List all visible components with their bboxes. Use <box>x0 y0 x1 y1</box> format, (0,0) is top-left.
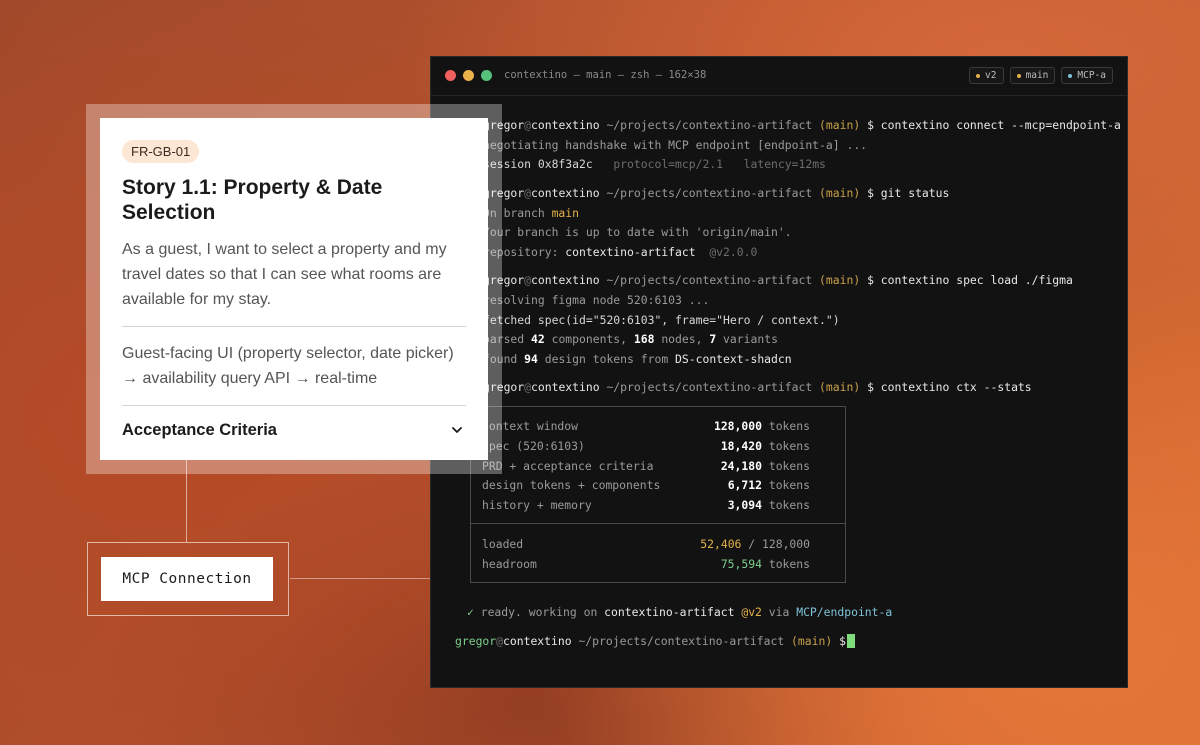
dot-icon <box>1068 73 1073 78</box>
story-architecture: Guest-facing UI (property selector, date… <box>122 341 466 406</box>
mcp-connection-label[interactable]: MCP Connection <box>101 557 273 601</box>
acceptance-criteria-toggle[interactable]: Acceptance Criteria <box>122 421 466 440</box>
ready-line: ✓ ready. working on contextino-artifact … <box>467 605 893 619</box>
dot-icon <box>1016 73 1021 78</box>
dot-icon <box>976 73 981 78</box>
prompt-line[interactable]: gregor@contextino ~/projects/contextino-… <box>455 634 855 648</box>
connector-line <box>290 578 430 579</box>
prompt-line: gregor@contextino ~/projects/contextino-… <box>483 118 1121 132</box>
badge-version: v2 <box>969 67 1004 84</box>
close-window-button[interactable] <box>445 70 456 81</box>
story-card[interactable]: FR-GB-01 Story 1.1: Property & Date Sele… <box>100 118 488 460</box>
prompt-line: gregor@contextino ~/projects/contextino-… <box>483 186 950 200</box>
terminal-titlebar: contextino — main — zsh — 162×38 v2 main… <box>431 57 1127 96</box>
terminal-title: contextino — main — zsh — 162×38 <box>504 69 707 81</box>
cursor-block <box>846 634 855 648</box>
acceptance-criteria-label: Acceptance Criteria <box>122 421 277 439</box>
connector-line <box>186 460 187 542</box>
output-line: negotiating handshake with MCP endpoint … <box>483 138 868 152</box>
prompt-line: gregor@contextino ~/projects/contextino-… <box>483 273 1073 287</box>
story-title: Story 1.1: Property & Date Selection <box>122 176 383 224</box>
output-line: resolving figma node 520:6103 ... <box>483 293 710 307</box>
terminal-window[interactable]: contextino — main — zsh — 162×38 v2 main… <box>430 56 1128 688</box>
story-description: As a guest, I want to select a property … <box>122 237 466 327</box>
badge-branch: main <box>1009 67 1056 84</box>
output-line: found 94 design tokens from DS-context-s… <box>483 352 792 366</box>
output-line: parsed 42 components, 168 nodes, 7 varia… <box>483 332 778 346</box>
output-line: repository: contextino-artifact @v2.0.0 <box>483 245 758 259</box>
chevron-down-icon <box>452 427 462 433</box>
maximize-window-button[interactable] <box>481 70 492 81</box>
badge-mcp: MCP-a <box>1061 67 1113 84</box>
prompt-line: gregor@contextino ~/projects/contextino-… <box>483 380 1032 394</box>
output-line: Your branch is up to date with 'origin/m… <box>483 225 792 239</box>
terminal-badges: v2 main MCP-a <box>969 67 1113 84</box>
output-line: session 0x8f3a2c protocol=mcp/2.1 latenc… <box>483 157 826 171</box>
context-stats-table: context window 128,000 tokens spec (520:6… <box>470 406 846 583</box>
story-id-badge: FR-GB-01 <box>122 140 200 163</box>
output-line: fetched spec(id="520:6103", frame="Hero … <box>483 313 840 327</box>
minimize-window-button[interactable] <box>463 70 474 81</box>
